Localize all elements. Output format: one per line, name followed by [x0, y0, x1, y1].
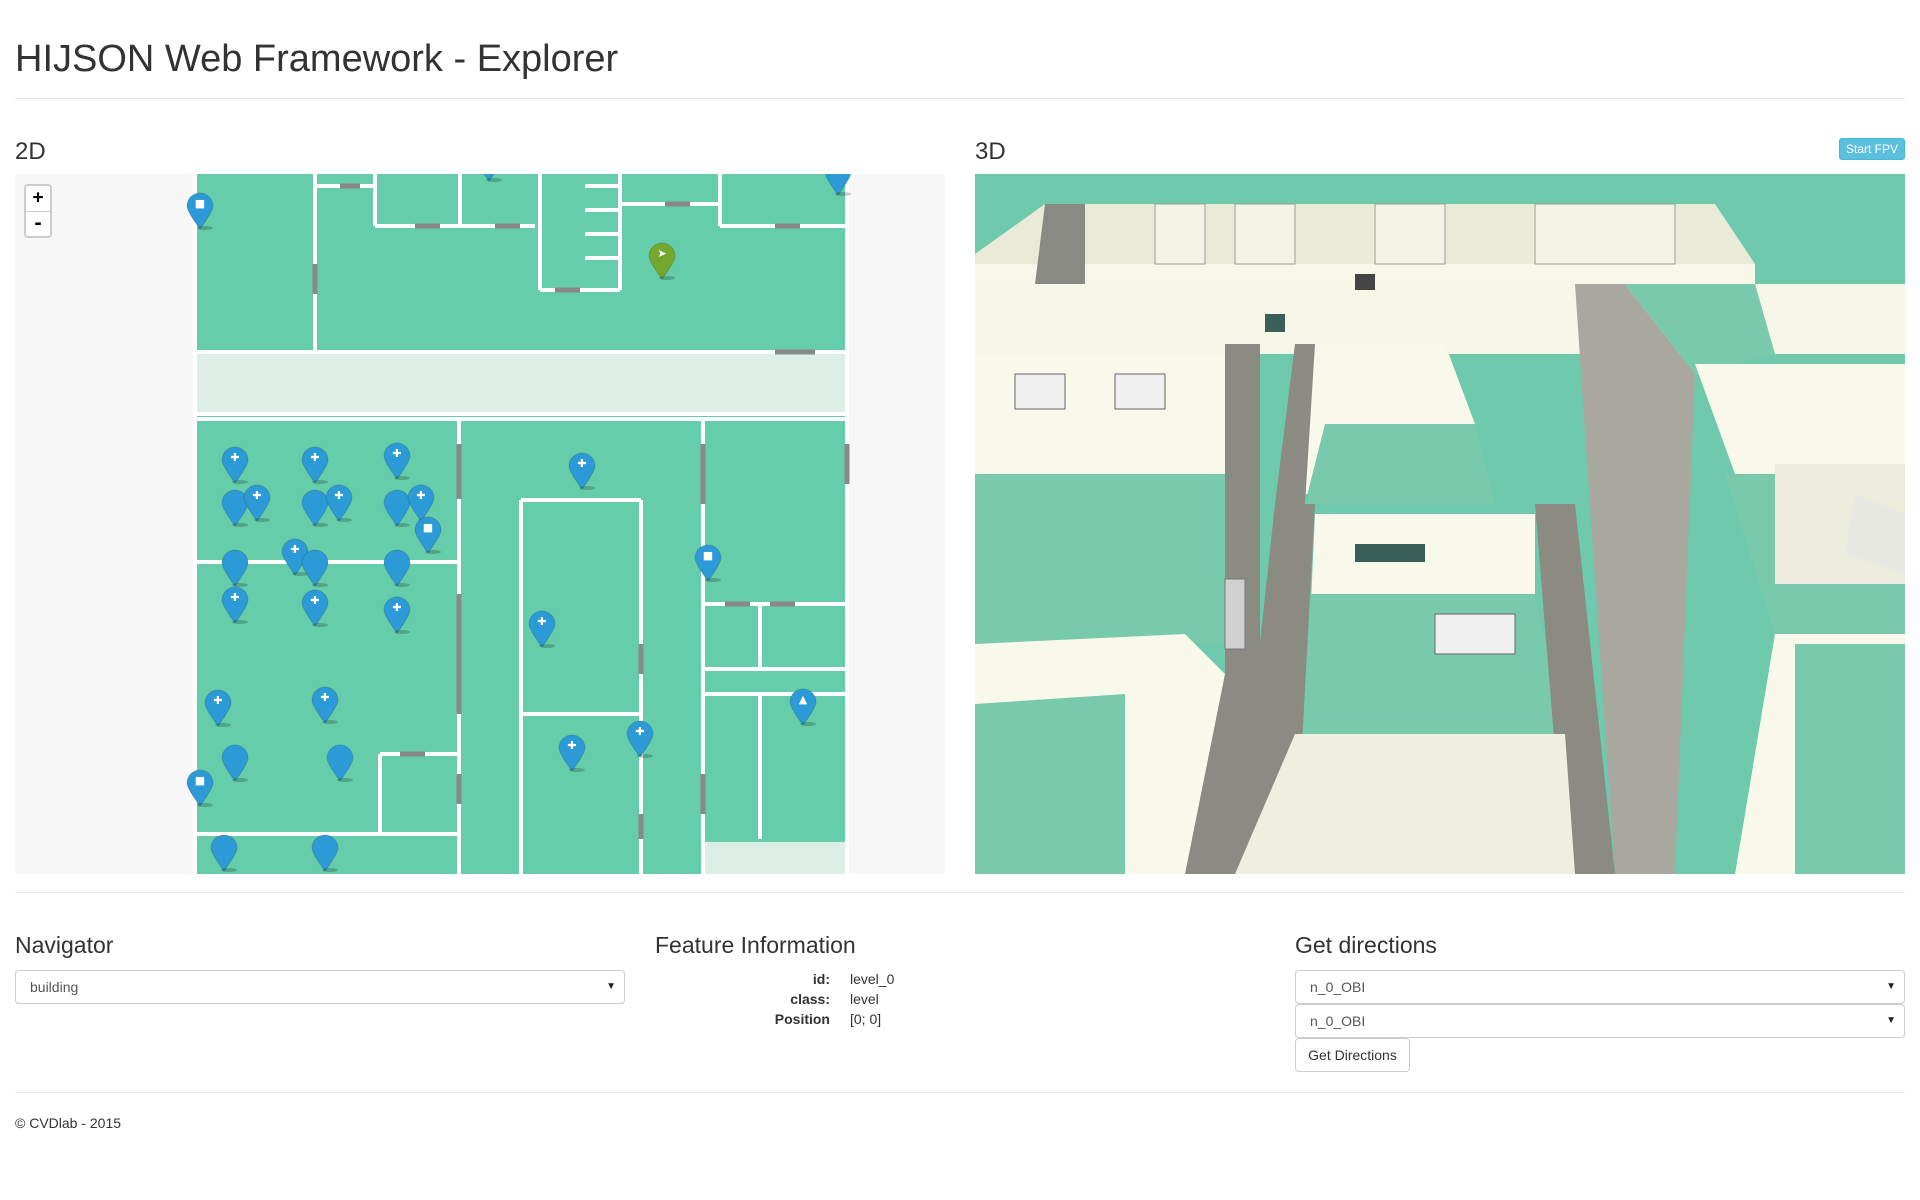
map-marker[interactable]: ✚ [220, 586, 250, 624]
navigator-select-value: building [30, 979, 79, 995]
footer-copyright: © CVDlab - 2015 [15, 1115, 122, 1131]
map-marker[interactable]: ■ [185, 769, 215, 807]
map-marker[interactable]: ✚ [527, 610, 557, 648]
medkit-icon: ✚ [537, 615, 547, 628]
map-2d[interactable]: + - ■ ➤ ✚ ✚ ✚ ✚ ✚ ✚ ■ ✚ ✚ ✚ ✚ ✚ ■ ✚ ✚ ✚ … [15, 174, 945, 874]
map-marker[interactable]: ■ [693, 544, 723, 582]
zoom-out-button[interactable]: - [26, 211, 50, 236]
medkit-icon: ✚ [567, 739, 577, 752]
view-3d-title: 3D [975, 138, 1006, 165]
video-camera-icon: ■ [702, 549, 714, 562]
start-fpv-button[interactable]: Start FPV [1839, 138, 1905, 160]
map-marker[interactable] [382, 549, 412, 587]
medkit-icon: ✚ [392, 601, 402, 614]
map-marker[interactable]: ✚ [220, 446, 250, 484]
map-marker[interactable]: ✚ [310, 686, 340, 724]
feature-value-id: level_0 [850, 971, 895, 987]
medkit-icon: ✚ [577, 457, 587, 470]
zoom-in-button[interactable]: + [26, 186, 50, 211]
map-marker[interactable]: ■ [413, 516, 443, 554]
medkit-icon: ✚ [310, 594, 320, 607]
medkit-icon: ✚ [320, 691, 330, 704]
directions-to-value: n_0_OBI [1310, 1013, 1366, 1029]
view-3d-canvas[interactable] [975, 174, 1905, 874]
navigator-title: Navigator [15, 932, 114, 958]
chevron-down-icon: ▼ [606, 981, 616, 992]
medkit-icon: ✚ [392, 447, 402, 460]
view-2d-title: 2D [15, 138, 46, 165]
chevron-down-icon: ▼ [1886, 1015, 1896, 1026]
page-title: HIJSON Web Framework - Explorer [15, 38, 619, 80]
directions-from-select[interactable]: n_0_OBI ▼ [1295, 970, 1905, 1004]
directions-title: Get directions [1295, 932, 1437, 958]
medkit-icon: ✚ [252, 489, 262, 502]
medkit-icon: ✚ [334, 489, 344, 502]
map-marker[interactable] [300, 549, 330, 587]
floor-plan [193, 174, 850, 874]
video-camera-icon: ■ [422, 521, 434, 534]
divider [15, 1092, 1905, 1093]
map-marker[interactable]: ✚ [203, 689, 233, 727]
map-marker[interactable]: ✚ [823, 174, 853, 196]
chevron-down-icon: ▼ [1886, 981, 1896, 992]
navigator-select[interactable]: building ▼ [15, 970, 625, 1004]
divider [15, 98, 1905, 99]
corridor-small [705, 842, 847, 874]
map-marker[interactable]: ✚ [625, 720, 655, 758]
map-marker[interactable] [220, 549, 250, 587]
medkit-icon: ✚ [213, 694, 223, 707]
scene-3d [975, 174, 1905, 874]
zoom-control: + - [24, 184, 52, 238]
corridor [193, 350, 849, 416]
map-marker[interactable] [474, 174, 504, 182]
map-marker[interactable] [220, 744, 250, 782]
directions-from-value: n_0_OBI [1310, 979, 1366, 995]
map-marker[interactable]: ✚ [242, 484, 272, 522]
medkit-icon: ✚ [416, 489, 426, 502]
feature-key-id: id: [812, 971, 830, 987]
feature-key-position: Position [774, 1011, 830, 1027]
map-marker[interactable]: ✚ [300, 589, 330, 627]
get-directions-button[interactable]: Get Directions [1295, 1038, 1410, 1072]
map-marker[interactable] [310, 834, 340, 872]
video-camera-icon: ■ [194, 197, 206, 210]
medkit-icon: ✚ [230, 451, 240, 464]
flask-icon: ▲ [798, 693, 808, 706]
feature-key-class: class: [790, 991, 830, 1007]
map-marker[interactable]: ➤ [647, 242, 677, 280]
video-camera-icon: ■ [194, 774, 206, 787]
navigation-arrow-icon: ➤ [657, 247, 667, 260]
map-marker[interactable]: ✚ [382, 596, 412, 634]
medkit-icon: ✚ [310, 451, 320, 464]
map-marker[interactable]: ✚ [557, 734, 587, 772]
medkit-icon: ✚ [230, 591, 240, 604]
map-marker[interactable] [325, 744, 355, 782]
feature-value-class: level [850, 991, 879, 1007]
medkit-icon: ✚ [823, 174, 853, 176]
feature-info-title: Feature Information [655, 932, 856, 958]
map-marker[interactable] [209, 834, 239, 872]
map-marker[interactable]: ▲ [788, 688, 818, 726]
directions-to-select[interactable]: n_0_OBI ▼ [1295, 1004, 1905, 1038]
feature-value-position: [0; 0] [850, 1011, 882, 1027]
map-marker[interactable]: ✚ [300, 446, 330, 484]
map-marker[interactable]: ✚ [382, 442, 412, 480]
map-marker[interactable]: ✚ [567, 452, 597, 490]
map-marker[interactable]: ✚ [324, 484, 354, 522]
map-marker[interactable]: ■ [185, 192, 215, 230]
medkit-icon: ✚ [635, 725, 645, 738]
divider [15, 892, 1905, 893]
